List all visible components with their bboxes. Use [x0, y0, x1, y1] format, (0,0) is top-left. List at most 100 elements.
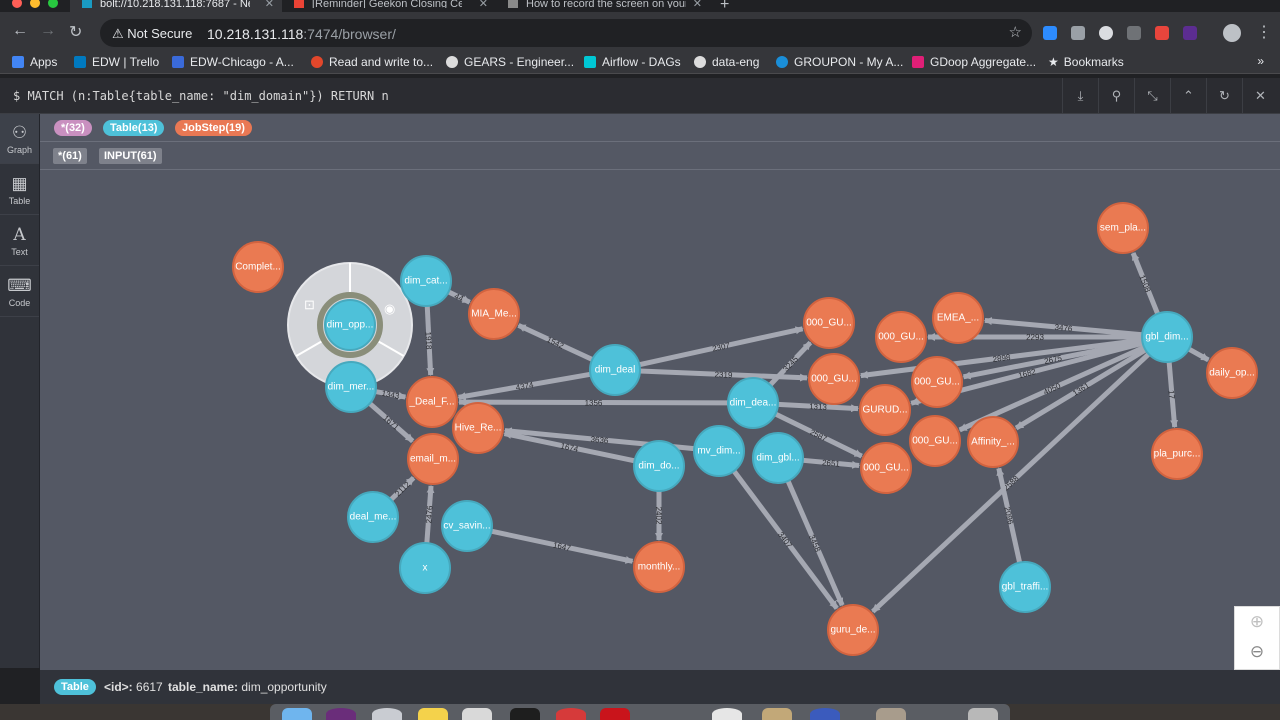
app-dock-icon[interactable] [556, 708, 586, 720]
menu-kebab-icon[interactable]: ⋮ [1256, 22, 1272, 42]
app-dock-icon[interactable] [876, 708, 906, 720]
extension-icon[interactable] [1183, 26, 1197, 40]
apple-favicon-icon [508, 0, 518, 8]
result-frame: *(32) Table(13) JobStep(19) *(61) INPUT(… [40, 114, 1280, 670]
tab-record-screen[interactable]: How to record the screen on your Mac ✕ [498, 0, 710, 12]
terminal-dock-icon[interactable] [510, 708, 540, 720]
bookmark-folder[interactable]: ★ Bookmarks [1048, 55, 1124, 69]
node-caption: 000_GU... [863, 462, 909, 474]
bookmark-edw-chicago[interactable]: EDW-Chicago - A... [172, 55, 294, 69]
app-dock-icon[interactable] [762, 708, 792, 720]
bookmark-gdoop[interactable]: GDoop Aggregate... [912, 55, 1036, 69]
relationship-caption: 3476 [1054, 323, 1073, 334]
close-tab-icon[interactable]: ✕ [265, 0, 274, 10]
rerun-icon[interactable]: ↻ [1206, 78, 1242, 114]
bookmark-airflow[interactable]: Airflow - DAGs [584, 55, 681, 69]
legend-pill-all-nodes[interactable]: *(32) [54, 120, 92, 136]
view-code[interactable]: ⌨ Code [0, 267, 39, 317]
relationship-caption: 3636 [590, 435, 609, 446]
relationship-caption: 2651 [822, 458, 841, 469]
node-caption: mv_dim... [697, 445, 741, 457]
extension-icon[interactable] [1099, 26, 1113, 40]
relationship-caption: 1647 [552, 541, 572, 554]
legend-pill-table[interactable]: Table(13) [103, 120, 165, 136]
legend-rel-input[interactable]: INPUT(61) [99, 148, 162, 164]
relationship-caption: 17 [1167, 390, 1177, 400]
forward-arrow-icon[interactable]: → [40, 22, 56, 40]
view-text[interactable]: A Text [0, 216, 39, 266]
bookmark-label: data-eng [712, 55, 760, 69]
confluence-icon [172, 56, 184, 68]
hide-eye-icon[interactable]: ◉ [384, 301, 395, 316]
close-window-icon[interactable] [12, 0, 22, 8]
trash-dock-icon[interactable] [968, 708, 998, 720]
bookmark-star-icon[interactable]: ☆ [1009, 23, 1022, 41]
browser-window: bolt://10.218.131.118:7687 - Neo4j Brows… [0, 0, 1280, 720]
graph-canvas[interactable]: 1918 44 1343 1671 2112 2476 1647 1542 4374 2307 23… [40, 171, 1280, 670]
relationship-caption: 4374 [515, 380, 535, 392]
apps-grid-icon [12, 56, 24, 68]
back-arrow-icon[interactable]: ← [12, 22, 28, 40]
bookmark-gears[interactable]: GEARS - Engineer... [446, 55, 574, 69]
app-dock-icon[interactable] [810, 708, 840, 720]
cypher-query[interactable]: $ MATCH (n:Table{table_name: "dim_domain… [13, 89, 389, 103]
tab-neo4j-browser[interactable]: bolt://10.218.131.118:7687 - Neo4j Brows… [70, 0, 282, 12]
close-tab-icon[interactable]: ✕ [479, 0, 488, 10]
chevron-up-icon[interactable]: ⌃ [1170, 78, 1206, 114]
bookmark-apps[interactable]: Apps [12, 55, 57, 69]
lock-icon[interactable]: ⊡ [304, 297, 315, 312]
tab-label: How to record the screen on your Mac [526, 0, 686, 8]
extension-icon[interactable] [1071, 26, 1085, 40]
relationship-caption: 1682 [1017, 367, 1037, 380]
node-caption: sem_pla... [1099, 222, 1147, 234]
minimize-window-icon[interactable] [30, 0, 40, 8]
bookmark-data-eng[interactable]: data-eng [694, 55, 759, 69]
zoom-out-icon[interactable]: ⊖ [1235, 637, 1279, 667]
close-frame-icon[interactable]: ✕ [1242, 78, 1278, 114]
zoom-extension-icon[interactable] [1043, 26, 1057, 40]
graph-svg[interactable]: 1918441343167121122476164715424374230723… [40, 171, 1280, 670]
code-icon: ⌨ [7, 276, 32, 295]
share-extension-icon[interactable] [1127, 26, 1141, 40]
collapse-fullscreen-icon[interactable]: ⤡ [1134, 78, 1170, 114]
url-host: 10.218.131.118 [207, 26, 304, 42]
table-name-property: table_name: dim_opportunity [168, 680, 327, 694]
zoom-window-icon[interactable] [48, 0, 58, 8]
view-table[interactable]: ▦ Table [0, 165, 39, 215]
bookmark-read-write[interactable]: Read and write to... [311, 55, 433, 69]
legend-rel-all[interactable]: *(61) [53, 148, 87, 164]
download-icon[interactable]: ⤓ [1062, 78, 1098, 114]
address-bar[interactable]: ⚠ Not Secure 10.218.131.118:7474/browser… [100, 19, 1032, 47]
app-dock-icon[interactable] [462, 708, 492, 720]
extension-icon[interactable] [1155, 26, 1169, 40]
bookmark-groupon[interactable]: GROUPON - My A... [776, 55, 903, 69]
label-legend: *(32) Table(13) JobStep(19) [40, 114, 1280, 142]
reload-icon[interactable]: ↻ [69, 22, 82, 42]
notes-dock-icon[interactable] [418, 708, 448, 720]
profile-avatar[interactable] [1223, 24, 1241, 42]
node-caption: _Deal_F... [409, 396, 455, 408]
bookmark-label: EDW-Chicago - A... [190, 55, 294, 69]
finder-dock-icon[interactable] [282, 708, 312, 720]
url-text[interactable]: 10.218.131.118:7474/browser/ [207, 26, 396, 42]
bookmark-trello[interactable]: EDW | Trello [74, 55, 159, 69]
security-indicator[interactable]: ⚠ Not Secure [112, 26, 192, 42]
zoom-in-icon[interactable]: ⊕ [1235, 607, 1279, 637]
app-dock-icon[interactable] [712, 708, 742, 720]
node-caption: gbl_dim... [1145, 331, 1189, 343]
node-caption: dim_mer... [327, 381, 375, 393]
app-dock-icon[interactable] [600, 708, 630, 720]
node-caption: guru_de... [830, 624, 876, 636]
legend-pill-jobstep[interactable]: JobStep(19) [175, 120, 252, 136]
app-dock-icon[interactable] [326, 708, 356, 720]
selected-label-pill[interactable]: Table [54, 679, 96, 695]
app-dock-icon[interactable] [372, 708, 402, 720]
tab-reminder-email[interactable]: [Reminder] Geekon Closing Ceremony ✕ [284, 0, 496, 12]
node-caption: dim_cat... [404, 275, 448, 287]
bookmarks-overflow-icon[interactable]: » [1257, 54, 1264, 68]
relationship-edge[interactable] [1187, 346, 1210, 363]
close-tab-icon[interactable]: ✕ [693, 0, 702, 10]
view-graph[interactable]: ⚇ Graph [0, 114, 39, 164]
relationship-caption: 2898 [992, 353, 1011, 364]
pin-icon[interactable]: ⚲ [1098, 78, 1134, 114]
